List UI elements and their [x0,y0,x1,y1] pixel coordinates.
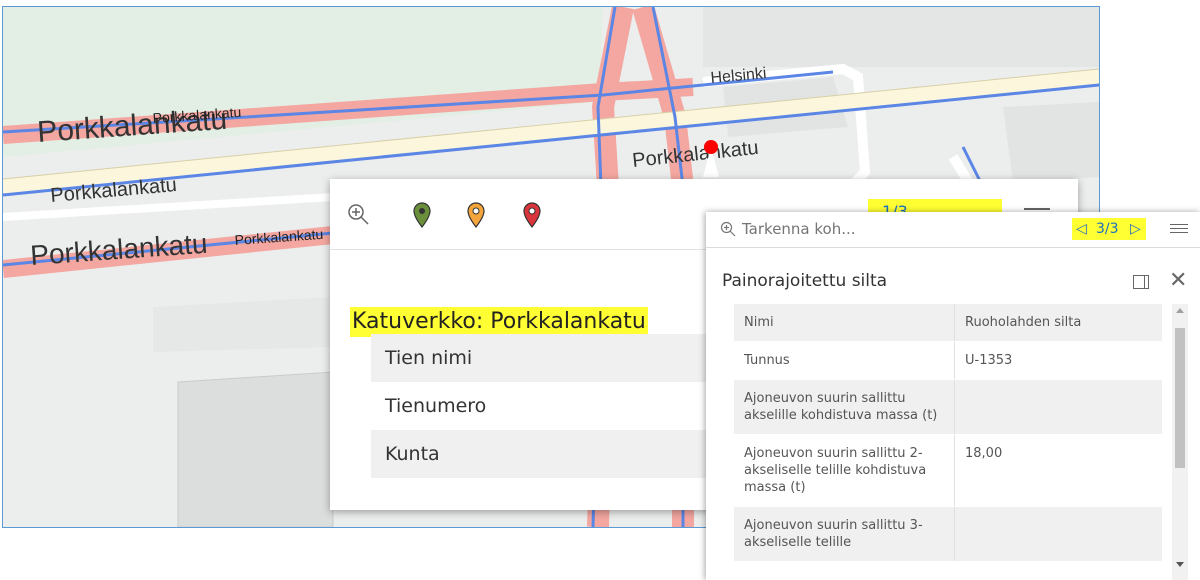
popup-title: Katuverkko: Porkkalankatu [350,307,648,337]
street-label: Porkkalankatu [29,228,208,271]
attribute-table: Tien nimi Tienumero Kunta [371,334,731,478]
scroll-thumb[interactable] [1175,328,1185,468]
table-row: Tienumero [385,395,487,417]
detail-table: Nimi Ruoholahden silta Tunnus U-1353 Ajo… [734,304,1162,562]
row-key: Ajoneuvon suurin sallittu 3-akseliselle … [734,507,955,561]
row-key: Ajoneuvon suurin sallittu 2-akseliselle … [734,435,955,506]
orange-marker-icon[interactable] [463,201,489,229]
scroll-down-icon[interactable] [1176,562,1184,567]
zoom-in-icon[interactable] [346,201,372,229]
search-bar: ◁ 3/3 ▷ [706,212,1200,248]
row-value [955,507,1162,561]
row-value [955,380,1162,434]
row-value: U-1353 [965,353,1013,368]
row-value: Ruoholahden silta [965,315,1082,330]
table-row: Ajoneuvon suurin sallittu 2-akseliselle … [734,435,1162,507]
row-key: Ajoneuvon suurin sallittu akselille kohd… [734,380,955,434]
side-panel-icon[interactable] [1133,275,1149,289]
row-key: Nimi [734,304,955,341]
table-row: Tien nimi [371,334,731,382]
table-row: Ajoneuvon suurin sallittu 3-akseliselle … [734,507,1162,562]
search-input[interactable] [742,220,1002,238]
pager: ◁ 3/3 ▷ [1072,218,1146,240]
green-marker-icon[interactable] [409,201,435,229]
street-label: Porkkalankatu [631,137,759,172]
row-key: Tunnus [734,342,955,379]
next-arrow-icon[interactable]: ▷ [1130,218,1141,240]
previous-arrow-icon[interactable]: ◁ [1076,218,1087,240]
row-value: 18,00 [965,446,1003,461]
zoom-in-icon[interactable] [720,221,736,237]
scroll-up-icon[interactable] [1176,308,1184,313]
pager-value: 3/3 [1096,221,1119,237]
detail-title: Painorajoitettu silta [722,271,888,291]
table-row: Kunta [371,430,731,478]
red-marker-icon[interactable] [519,201,545,229]
building-block [703,7,1099,67]
location-marker[interactable] [704,140,718,154]
table-row: Tunnus U-1353 [734,342,1162,380]
close-icon[interactable]: ✕ [1169,267,1187,293]
city-label: Helsinki [710,65,767,87]
detail-header: Painorajoitettu silta ✕ [706,264,1200,300]
building-block [1003,102,1099,182]
table-row: Ajoneuvon suurin sallittu akselille kohd… [734,380,1162,435]
table-row: Nimi Ruoholahden silta [734,304,1162,342]
detail-popup: ◁ 3/3 ▷ Painorajoitettu silta ✕ Nimi Ruo… [706,212,1200,580]
building-block [177,371,334,527]
menu-icon[interactable] [1170,221,1188,237]
building-block [153,297,333,352]
scrollbar[interactable] [1172,304,1188,580]
